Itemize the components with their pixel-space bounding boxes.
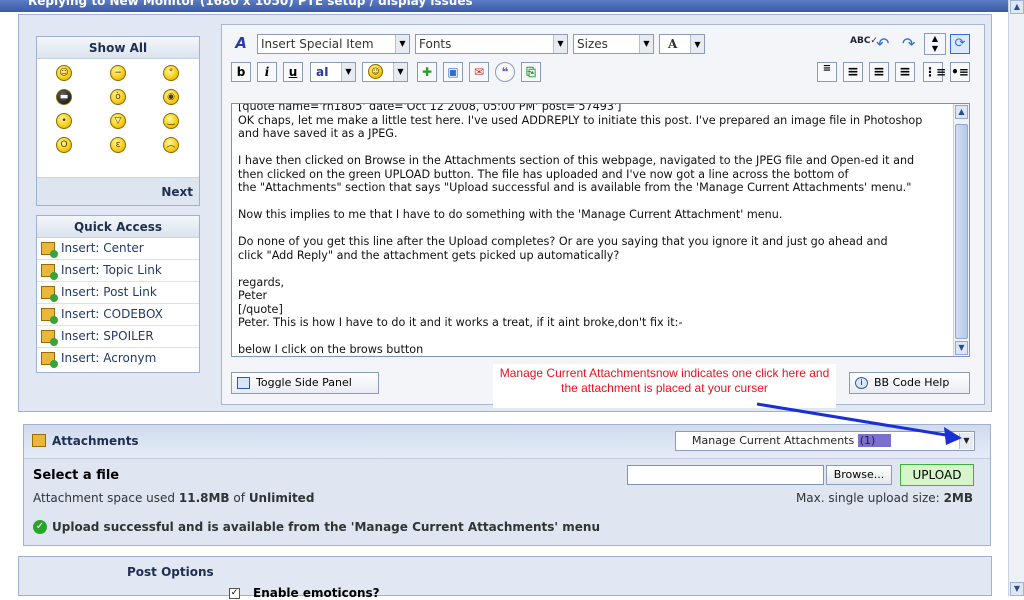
post-options-panel: Post Options ✓ Enable emoticons? bbox=[18, 556, 992, 600]
enable-emoticons-label: Enable emoticons? bbox=[253, 586, 380, 600]
post-options-title: Post Options bbox=[127, 565, 214, 579]
enable-emoticons-checkbox[interactable]: ✓ bbox=[229, 588, 240, 599]
annotation-arrow bbox=[756, 402, 962, 445]
